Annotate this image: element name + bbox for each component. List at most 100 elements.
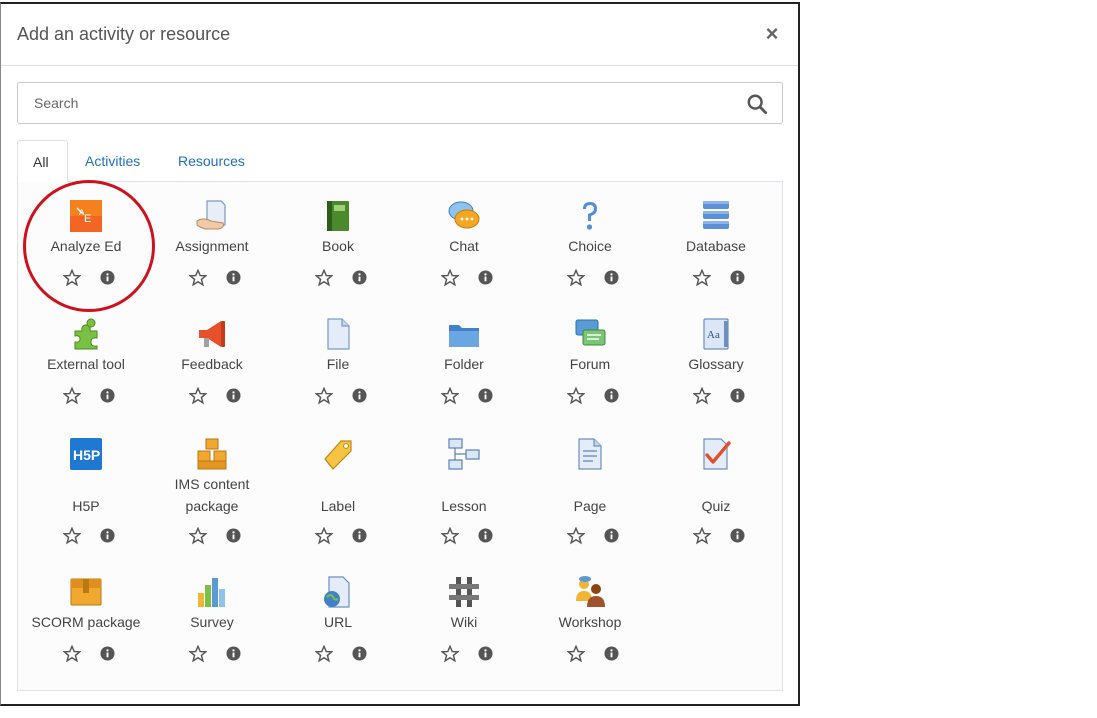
star-icon[interactable] bbox=[63, 269, 81, 287]
module-tile-external-tool[interactable]: External tool bbox=[23, 317, 149, 427]
search-input[interactable] bbox=[18, 83, 782, 123]
star-icon[interactable] bbox=[189, 269, 207, 287]
module-tile-workshop[interactable]: Workshop bbox=[527, 575, 653, 685]
module-tile-h5p[interactable]: H5P H5P bbox=[23, 437, 149, 567]
module-tile-folder[interactable]: Folder bbox=[401, 317, 527, 427]
info-icon[interactable] bbox=[100, 388, 115, 403]
info-icon[interactable] bbox=[352, 646, 367, 661]
survey-icon bbox=[198, 578, 225, 607]
tile-actions bbox=[653, 387, 779, 405]
info-icon[interactable] bbox=[352, 270, 367, 285]
star-icon[interactable] bbox=[567, 527, 585, 545]
info-icon[interactable] bbox=[478, 270, 493, 285]
module-tile-label[interactable]: Label bbox=[275, 437, 401, 567]
module-tile-scorm-package[interactable]: SCORM package bbox=[23, 575, 149, 685]
star-icon[interactable] bbox=[189, 387, 207, 405]
info-icon[interactable] bbox=[730, 388, 745, 403]
module-tile-quiz[interactable]: Quiz bbox=[653, 437, 779, 567]
star-icon[interactable] bbox=[315, 527, 333, 545]
star-icon[interactable] bbox=[693, 387, 711, 405]
module-tile-page[interactable]: Page bbox=[527, 437, 653, 567]
star-icon[interactable] bbox=[315, 269, 333, 287]
workshop-icon bbox=[576, 576, 605, 607]
module-tile-wiki[interactable]: Wiki bbox=[401, 575, 527, 685]
close-button[interactable]: × bbox=[762, 22, 782, 46]
module-tile-lesson[interactable]: Lesson bbox=[401, 437, 527, 567]
module-tile-assignment[interactable]: Assignment bbox=[149, 199, 275, 309]
info-icon[interactable] bbox=[100, 646, 115, 661]
star-icon[interactable] bbox=[63, 527, 81, 545]
star-icon[interactable] bbox=[63, 387, 81, 405]
star-icon[interactable] bbox=[63, 645, 81, 663]
info-icon[interactable] bbox=[226, 270, 241, 285]
module-label: Workshop bbox=[558, 614, 622, 630]
module-tile-database[interactable]: Database bbox=[653, 199, 779, 309]
module-label: Survey bbox=[190, 614, 234, 630]
module-tile-url[interactable]: URL bbox=[275, 575, 401, 685]
module-tile-analyze-ed[interactable]: A E Analyze Ed bbox=[23, 199, 149, 309]
tab-resources[interactable]: Resources bbox=[162, 140, 261, 182]
book-icon bbox=[327, 201, 349, 231]
svg-text:Aa: Aa bbox=[707, 329, 720, 341]
info-icon[interactable] bbox=[478, 646, 493, 661]
star-icon[interactable] bbox=[693, 527, 711, 545]
info-icon[interactable] bbox=[730, 270, 745, 285]
tile-actions bbox=[23, 527, 149, 545]
info-icon[interactable] bbox=[730, 528, 745, 543]
info-icon[interactable] bbox=[478, 388, 493, 403]
info-icon[interactable] bbox=[352, 528, 367, 543]
quiz-icon bbox=[703, 438, 731, 470]
info-icon[interactable] bbox=[226, 528, 241, 543]
info-icon[interactable] bbox=[604, 388, 619, 403]
tile-actions bbox=[149, 527, 275, 545]
star-icon[interactable] bbox=[315, 645, 333, 663]
search-icon[interactable] bbox=[746, 93, 768, 115]
dialog-header: Add an activity or resource × bbox=[1, 4, 798, 66]
info-icon[interactable] bbox=[352, 388, 367, 403]
tab-all[interactable]: All bbox=[17, 140, 68, 182]
info-icon[interactable] bbox=[226, 388, 241, 403]
info-icon[interactable] bbox=[604, 528, 619, 543]
info-icon[interactable] bbox=[478, 528, 493, 543]
info-icon[interactable] bbox=[226, 646, 241, 661]
tile-actions bbox=[401, 387, 527, 405]
tab-activities[interactable]: Activities bbox=[69, 140, 156, 182]
module-label: Feedback bbox=[181, 356, 243, 372]
module-tile-ims-content-package[interactable]: IMS content package bbox=[149, 437, 275, 567]
module-tile-survey[interactable]: Survey bbox=[149, 575, 275, 685]
module-tile-forum[interactable]: Forum bbox=[527, 317, 653, 427]
module-tile-chat[interactable]: Chat bbox=[401, 199, 527, 309]
module-label: External tool bbox=[47, 356, 125, 372]
star-icon[interactable] bbox=[693, 269, 711, 287]
star-icon[interactable] bbox=[567, 645, 585, 663]
module-tile-feedback[interactable]: Feedback bbox=[149, 317, 275, 427]
module-label: Folder bbox=[444, 356, 484, 372]
module-tile-choice[interactable]: Choice bbox=[527, 199, 653, 309]
star-icon[interactable] bbox=[441, 645, 459, 663]
module-label: Label bbox=[320, 498, 356, 514]
info-icon[interactable] bbox=[100, 270, 115, 285]
page-icon bbox=[578, 438, 602, 470]
star-icon[interactable] bbox=[189, 527, 207, 545]
ims-package-icon bbox=[197, 438, 227, 470]
star-icon[interactable] bbox=[567, 269, 585, 287]
lesson-icon bbox=[448, 438, 480, 470]
star-icon[interactable] bbox=[441, 387, 459, 405]
module-tile-glossary[interactable]: Aa Glossary bbox=[653, 317, 779, 427]
info-icon[interactable] bbox=[604, 270, 619, 285]
tile-actions bbox=[527, 645, 653, 663]
module-tile-book[interactable]: Book bbox=[275, 199, 401, 309]
tile-actions bbox=[149, 269, 275, 287]
star-icon[interactable] bbox=[441, 269, 459, 287]
star-icon[interactable] bbox=[189, 645, 207, 663]
star-icon[interactable] bbox=[315, 387, 333, 405]
add-activity-dialog: Add an activity or resource × All Activi… bbox=[0, 2, 800, 706]
star-icon[interactable] bbox=[567, 387, 585, 405]
info-icon[interactable] bbox=[604, 646, 619, 661]
module-label: Quiz bbox=[701, 498, 731, 514]
analyze-ed-icon: A E bbox=[70, 200, 102, 232]
info-icon[interactable] bbox=[100, 528, 115, 543]
module-tile-file[interactable]: File bbox=[275, 317, 401, 427]
url-icon bbox=[324, 576, 350, 608]
star-icon[interactable] bbox=[441, 527, 459, 545]
